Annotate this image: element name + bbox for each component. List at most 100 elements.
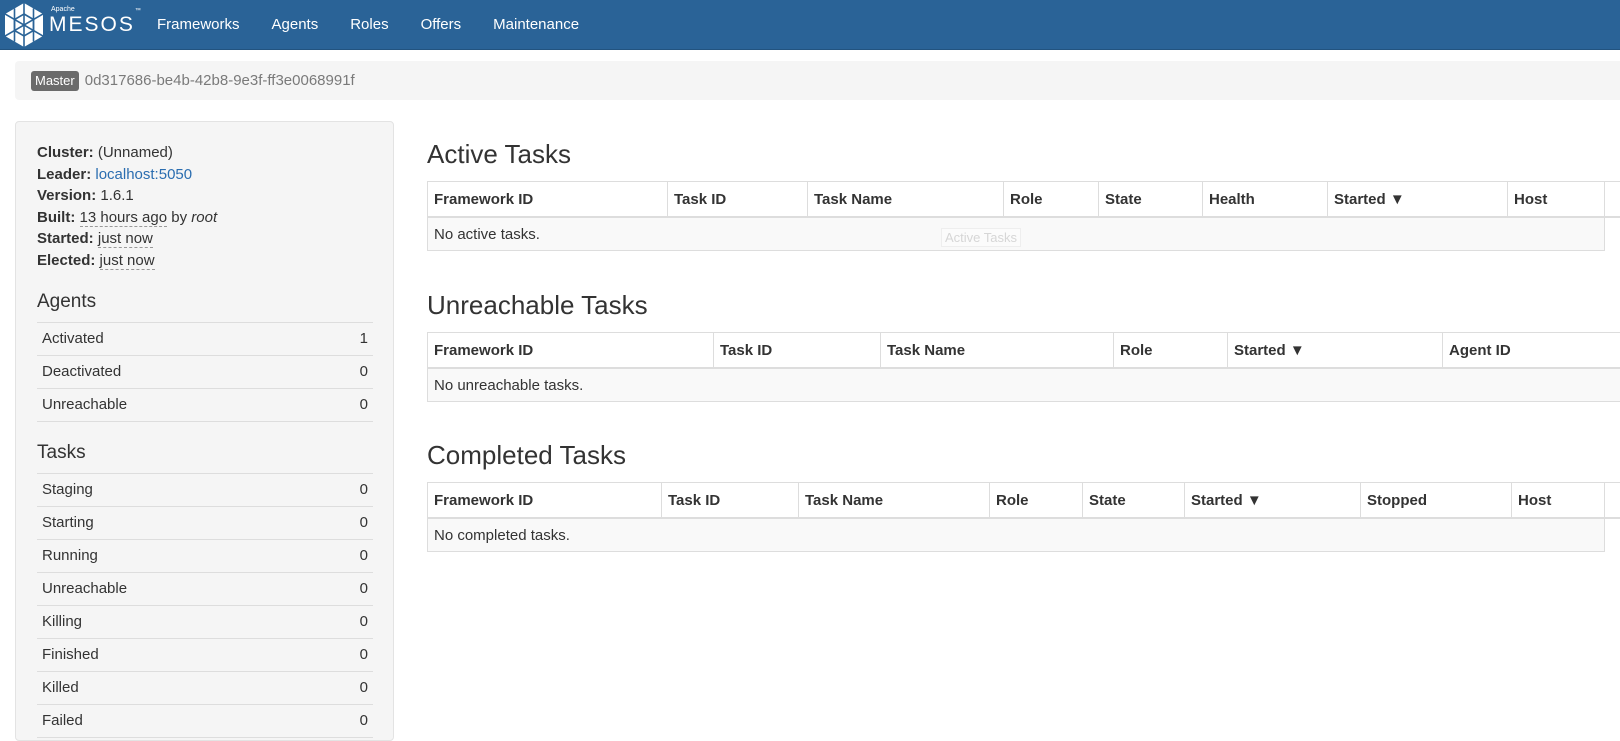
col-task-name[interactable]: Task Name [808, 182, 1004, 218]
col-role[interactable]: Role [1114, 333, 1228, 369]
navbar: Apache MESOS ™ Frameworks Agents Roles O… [0, 0, 1620, 50]
built-row: Built: 13 hours ago by root [37, 207, 373, 229]
tasks-row-killed: Killed 0 [37, 672, 373, 705]
col-state[interactable]: State [1099, 182, 1203, 218]
tasks-row-label: Killing [42, 606, 82, 638]
table-row: No unreachable tasks. [428, 368, 1620, 402]
master-badge: Master [31, 71, 79, 91]
tasks-row-running: Running 0 [37, 540, 373, 573]
agents-row-label: Deactivated [42, 356, 121, 388]
tasks-row-value: 0 [360, 672, 368, 704]
cluster-row: Cluster: (Unnamed) [37, 142, 373, 164]
unreachable-tasks-title: Unreachable Tasks [427, 290, 648, 321]
col-extra [1605, 483, 1620, 519]
col-host[interactable]: Host [1508, 182, 1605, 218]
leader-link[interactable]: localhost:5050 [95, 166, 192, 183]
completed-tasks-title: Completed Tasks [427, 440, 626, 471]
col-task-name[interactable]: Task Name [799, 483, 990, 519]
brand-tm: ™ [135, 8, 141, 14]
tasks-row-label: Starting [42, 507, 94, 539]
version-row: Version: 1.6.1 [37, 185, 373, 207]
col-host[interactable]: Host [1512, 483, 1605, 519]
tasks-row-value: 0 [360, 639, 368, 671]
agents-row-unreachable: Unreachable 0 [37, 389, 373, 422]
col-health[interactable]: Health [1203, 182, 1328, 218]
nav-frameworks[interactable]: Frameworks [152, 0, 256, 49]
agents-row-deactivated: Deactivated 0 [37, 356, 373, 389]
col-framework-id[interactable]: Framework ID [428, 333, 714, 369]
active-tasks-header: Framework ID Task ID Task Name Role Stat… [428, 182, 1620, 218]
leader-key: Leader: [37, 166, 91, 183]
empty-message: No completed tasks. [428, 518, 1605, 552]
tasks-row-value: 0 [360, 573, 368, 605]
nav-maintenance[interactable]: Maintenance [477, 0, 595, 49]
col-state[interactable]: State [1083, 483, 1185, 519]
col-started[interactable]: Started ▼ [1185, 483, 1361, 519]
agents-row-label: Unreachable [42, 389, 127, 421]
cluster-key: Cluster: [37, 144, 94, 161]
col-framework-id[interactable]: Framework ID [428, 483, 662, 519]
tasks-row-killing: Killing 0 [37, 606, 373, 639]
leader-row: Leader: localhost:5050 [37, 164, 373, 186]
started-row: Started: just now [37, 228, 373, 250]
nav-agents[interactable]: Agents [256, 0, 335, 49]
tasks-row-finished: Finished 0 [37, 639, 373, 672]
tasks-row-failed: Failed 0 [37, 705, 373, 738]
started-time: just now [98, 230, 153, 248]
col-task-id[interactable]: Task ID [714, 333, 881, 369]
col-task-name[interactable]: Task Name [881, 333, 1114, 369]
nav-offers[interactable]: Offers [405, 0, 478, 49]
built-user: root [191, 209, 217, 226]
agents-row-label: Activated [42, 323, 104, 355]
empty-cell [1605, 217, 1620, 251]
built-by: by [171, 209, 187, 226]
master-id: 0d317686-be4b-42b8-9e3f-ff3e0068991f [85, 72, 355, 89]
col-stopped[interactable]: Stopped [1361, 483, 1512, 519]
col-started[interactable]: Started ▼ [1228, 333, 1443, 369]
col-role[interactable]: Role [1004, 182, 1099, 218]
agents-heading: Agents [37, 291, 373, 313]
brand-apache: Apache [51, 6, 75, 13]
elected-key: Elected: [37, 252, 95, 269]
agents-row-value: 0 [360, 356, 368, 388]
col-role[interactable]: Role [990, 483, 1083, 519]
nav-roles[interactable]: Roles [334, 0, 404, 49]
agents-table: Activated 1 Deactivated 0 Unreachable 0 [37, 322, 373, 422]
elected-row: Elected: just now [37, 250, 373, 272]
tasks-row-value: 0 [360, 606, 368, 638]
col-task-id[interactable]: Task ID [662, 483, 799, 519]
unreachable-tasks-table: Framework ID Task ID Task Name Role Star… [427, 332, 1620, 402]
mesos-logo-icon [5, 3, 43, 47]
col-task-id[interactable]: Task ID [668, 182, 808, 218]
built-time: 13 hours ago [80, 209, 168, 227]
tasks-row-value: 0 [360, 474, 368, 506]
active-tasks-table: Framework ID Task ID Task Name Role Stat… [427, 181, 1620, 251]
active-tasks-tooltip: Active Tasks [941, 228, 1021, 247]
col-framework-id[interactable]: Framework ID [428, 182, 668, 218]
tasks-row-label: Failed [42, 705, 83, 737]
table-row: No completed tasks. [428, 518, 1620, 552]
completed-tasks-header: Framework ID Task ID Task Name Role Stat… [428, 483, 1620, 519]
tasks-row-label: Finished [42, 639, 99, 671]
nav-links: Frameworks Agents Roles Offers Maintenan… [152, 0, 595, 49]
empty-cell [1605, 518, 1620, 552]
elected-time: just now [100, 252, 155, 270]
started-key: Started: [37, 230, 94, 247]
version-key: Version: [37, 187, 96, 204]
tasks-row-starting: Starting 0 [37, 507, 373, 540]
col-extra [1605, 182, 1620, 218]
tasks-heading: Tasks [37, 442, 373, 464]
completed-tasks-table: Framework ID Task ID Task Name Role Stat… [427, 482, 1620, 552]
tasks-row-unreachable: Unreachable 0 [37, 573, 373, 606]
empty-message: No unreachable tasks. [428, 368, 1620, 402]
tasks-table: Staging 0 Starting 0 Running 0 Unreachab… [37, 473, 373, 738]
tasks-row-label: Unreachable [42, 573, 127, 605]
tasks-row-value: 0 [360, 507, 368, 539]
col-started[interactable]: Started ▼ [1328, 182, 1508, 218]
cluster-value: (Unnamed) [98, 144, 173, 161]
brand-name: MESOS [49, 13, 135, 36]
brand-logo[interactable]: Apache MESOS ™ [5, 3, 152, 47]
tasks-row-label: Running [42, 540, 98, 572]
col-agent-id[interactable]: Agent ID [1443, 333, 1620, 369]
version-value: 1.6.1 [100, 187, 133, 204]
